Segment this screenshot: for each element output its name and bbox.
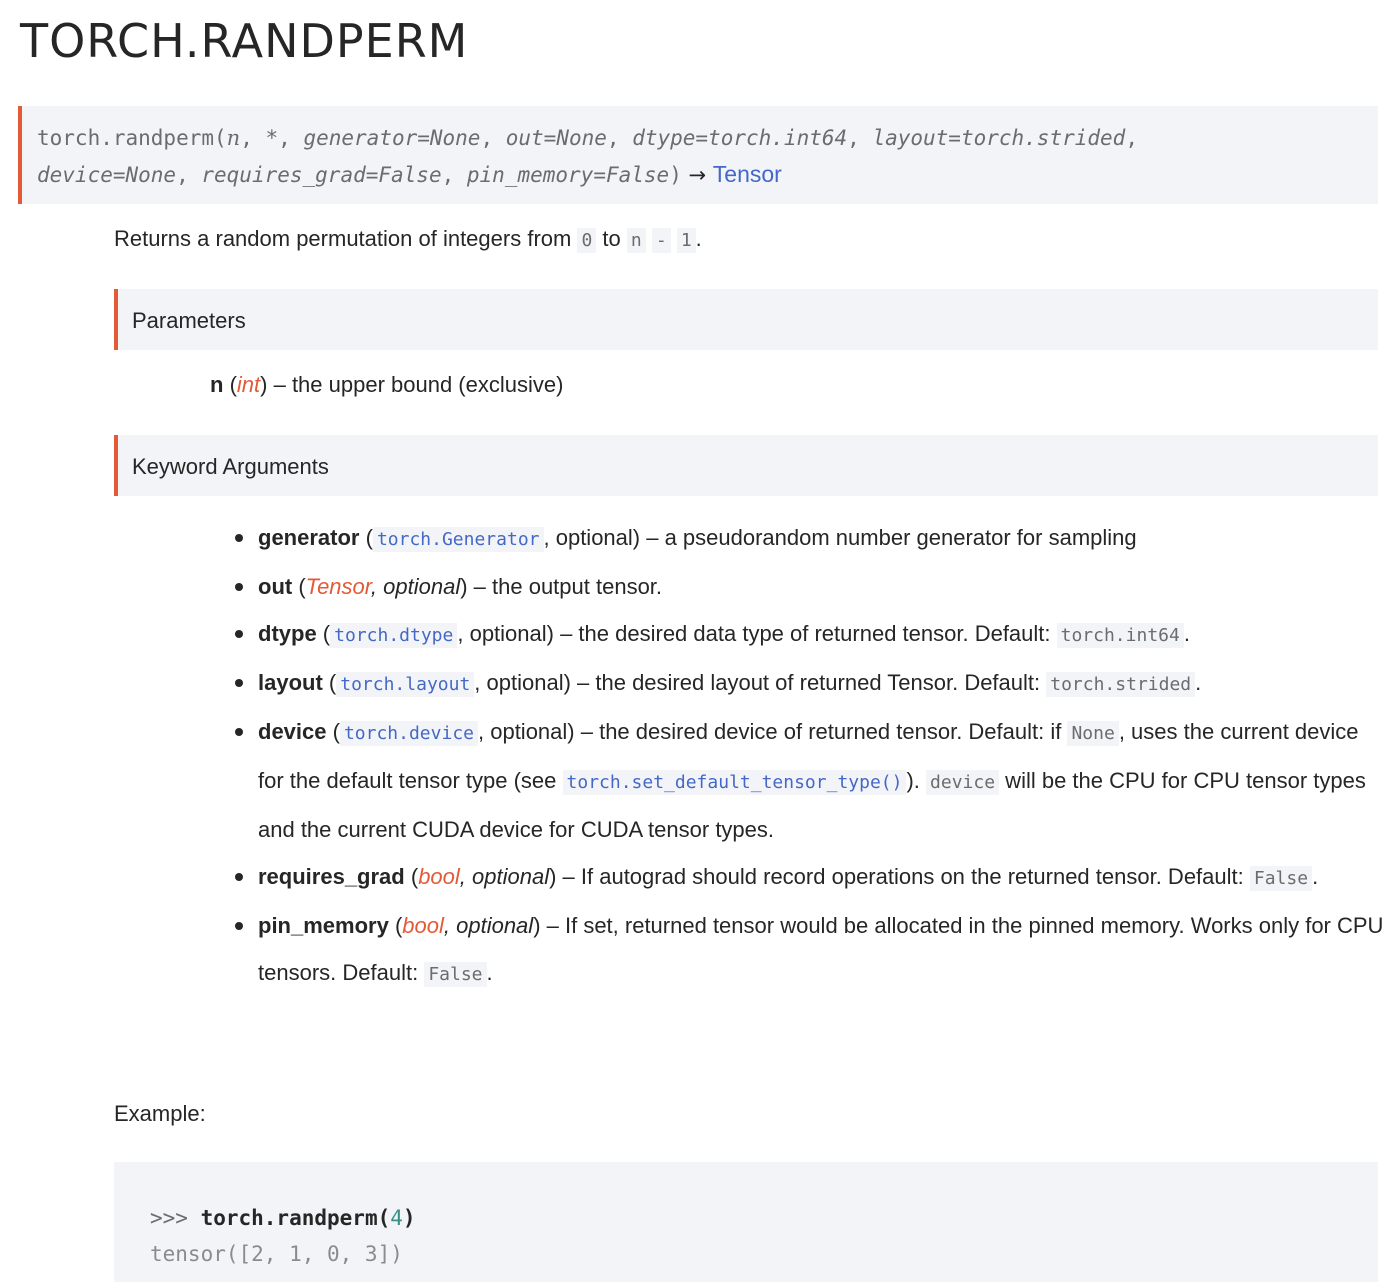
example-output-line: tensor([2, 1, 0, 3]) (150, 1242, 403, 1266)
kwarg-punct: ( (292, 574, 306, 599)
kwarg-desc: – If autograd should record operations o… (556, 864, 1250, 889)
keyword-arguments-list: generator (torch.Generator, optional) – … (235, 514, 1386, 998)
kwarg-default: False (424, 962, 487, 987)
kwarg-device: device (torch.device, optional) – the de… (235, 708, 1386, 853)
kwarg-default: False (1249, 866, 1313, 891)
signature-param-star: * (265, 126, 279, 150)
kwarg-punct: ( (326, 719, 340, 744)
kwarg-punct: ( (388, 913, 403, 938)
kwarg-punct: ) (460, 574, 468, 599)
description-code: n (626, 228, 646, 253)
kwarg-name: layout (258, 670, 323, 695)
signature-separator: , (480, 126, 506, 150)
code-call: torch.randperm( (200, 1206, 391, 1230)
signature-separator: , (1125, 126, 1138, 150)
kwarg-punct: ( (404, 864, 419, 889)
signature-param-device: device=None (37, 163, 177, 187)
parameter-n: n (int) – the upper bound (exclusive) (210, 372, 563, 398)
description-text: to (596, 226, 627, 251)
signature-param-layout: layout=torch.strided (872, 126, 1126, 150)
kwarg-punct: ( (322, 670, 337, 695)
example-label: Example: (114, 1101, 206, 1126)
description-text: . (695, 226, 702, 251)
signature-function-name: torch.randperm( (37, 126, 227, 150)
kwarg-type-link[interactable]: Tensor (306, 574, 371, 599)
kwarg-out: out (Tensor, optional) – the output tens… (235, 563, 1386, 610)
kwarg-punct: ( (359, 525, 373, 550)
signature-separator: , (278, 126, 304, 150)
kwarg-desc: – the output tensor. (467, 574, 663, 599)
param-punct: ( (223, 372, 237, 397)
param-desc: – the upper bound (exclusive) (267, 372, 564, 397)
function-description: Returns a random permutation of integers… (114, 226, 702, 253)
kwarg-desc: , optional) – the desired layout of retu… (474, 670, 1047, 695)
kwarg-type-link[interactable]: torch.Generator (372, 527, 544, 552)
code-prompt: >>> (150, 1206, 201, 1230)
kwarg-code: device (926, 770, 1000, 795)
set-default-tensor-type-link[interactable]: torch.set_default_tensor_type() (562, 770, 907, 795)
param-name: n (210, 372, 224, 397)
kwarg-optional: optional (377, 574, 461, 599)
parameters-heading: Parameters (114, 289, 1378, 350)
signature-separator: , (847, 126, 873, 150)
description-code: 1 (676, 228, 696, 253)
kwarg-type-link[interactable]: bool (402, 913, 444, 938)
kwarg-type-link[interactable]: bool (418, 864, 460, 889)
signature-separator: , (441, 163, 467, 187)
param-type-link[interactable]: int (237, 372, 260, 397)
signature-param-out: out=None (505, 126, 607, 150)
kwarg-name: dtype (258, 621, 317, 646)
kwarg-default: torch.int64 (1056, 623, 1184, 648)
kwarg-type-link[interactable]: torch.layout (336, 672, 475, 697)
signature-param-dtype: dtype=torch.int64 (632, 126, 848, 150)
kwarg-default: torch.strided (1046, 672, 1196, 697)
description-code: 0 (577, 228, 597, 253)
kwarg-optional: optional (465, 864, 550, 889)
kwarg-desc: , optional) – the desired data type of r… (457, 621, 1057, 646)
kwarg-punct: . (1312, 864, 1319, 889)
function-signature: torch.randperm(n, *, generator=None, out… (18, 106, 1378, 204)
return-type-link[interactable]: Tensor (713, 161, 782, 187)
keyword-arguments-heading: Keyword Arguments (114, 435, 1378, 496)
kwarg-dtype: dtype (torch.dtype, optional) – the desi… (235, 610, 1386, 659)
kwarg-generator: generator (torch.Generator, optional) – … (235, 514, 1386, 563)
signature-separator: , (240, 126, 266, 150)
kwarg-desc: ). (906, 768, 927, 793)
kwarg-name: pin_memory (258, 913, 389, 938)
signature-separator: , (176, 163, 202, 187)
example-input-line: >>> torch.randperm(4) (150, 1200, 1378, 1236)
signature-param-generator: generator=None (303, 126, 481, 150)
kwarg-desc: , optional) – the desired device of retu… (478, 719, 1068, 744)
code-number: 4 (390, 1206, 403, 1230)
kwarg-name: device (258, 719, 327, 744)
code-call-close: ) (402, 1206, 416, 1230)
return-arrow: → (681, 163, 713, 187)
kwarg-punct: ) (533, 913, 541, 938)
signature-param-pin-memory: pin_memory=False (466, 163, 670, 187)
kwarg-name: out (258, 574, 293, 599)
kwarg-type-link[interactable]: torch.device (339, 721, 478, 746)
kwarg-layout: layout (torch.layout, optional) – the de… (235, 659, 1386, 708)
kwarg-name: requires_grad (258, 864, 405, 889)
kwarg-punct: . (1183, 621, 1190, 646)
signature-param-n: n (226, 126, 241, 150)
description-text: Returns a random permutation of integers… (114, 226, 578, 251)
kwarg-optional: optional (450, 913, 534, 938)
kwarg-requires-grad: requires_grad (bool, optional) – If auto… (235, 853, 1386, 902)
kwarg-punct: ( (316, 621, 331, 646)
kwarg-punct: . (486, 960, 493, 985)
kwarg-code: None (1067, 721, 1119, 746)
kwarg-name: generator (258, 525, 360, 550)
description-code: - (651, 228, 671, 253)
kwarg-desc: , optional) – a pseudorandom number gene… (543, 525, 1137, 550)
kwarg-pin-memory: pin_memory (bool, optional) – If set, re… (235, 902, 1386, 998)
signature-param-requires-grad: requires_grad=False (201, 163, 442, 187)
signature-close-paren: ) (669, 163, 682, 187)
kwarg-type-link[interactable]: torch.dtype (330, 623, 458, 648)
signature-separator: , (606, 126, 633, 150)
kwarg-punct: . (1195, 670, 1202, 695)
page-title: TORCH.RANDPERM (20, 14, 469, 68)
example-code-block: >>> torch.randperm(4) tensor([2, 1, 0, 3… (114, 1162, 1378, 1282)
